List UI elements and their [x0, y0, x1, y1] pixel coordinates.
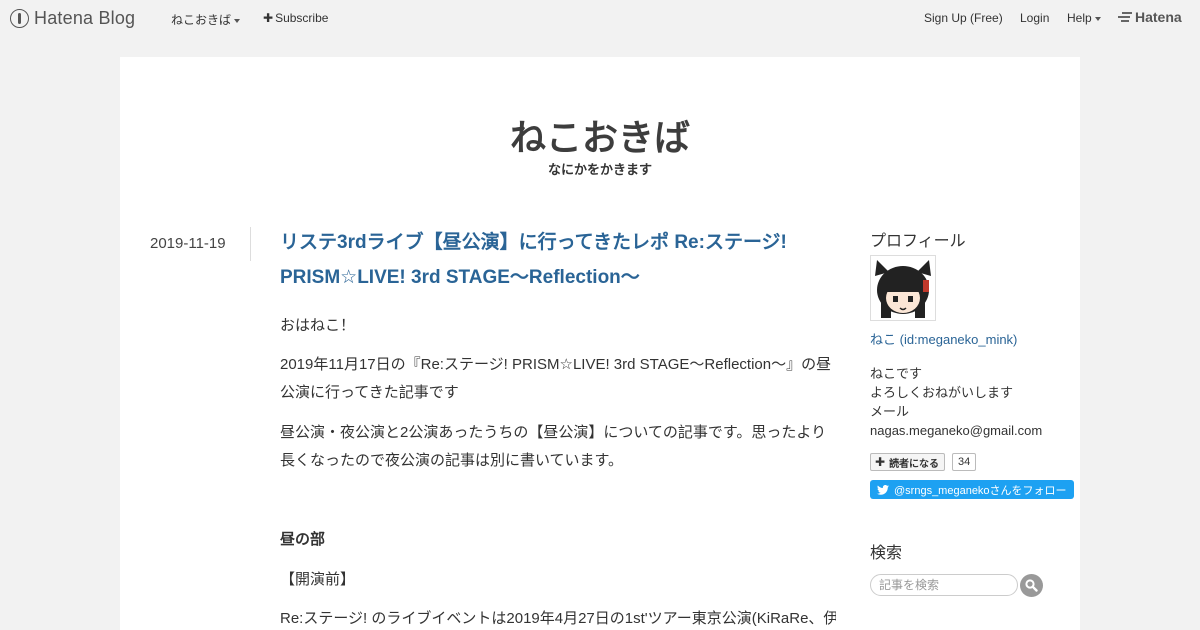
twitter-bird-icon	[877, 484, 889, 495]
search-input[interactable]	[870, 574, 1018, 596]
search-icon	[1025, 579, 1038, 592]
hatena-brand-label: Hatena	[1135, 9, 1182, 25]
blog-description: なにかをかきます	[547, 162, 652, 177]
bio-line: ねこです	[870, 366, 923, 381]
hatena-blog-logo[interactable]: Hatena Blog	[10, 7, 135, 29]
profile-heading: プロフィール	[870, 233, 966, 250]
bio-line: メール	[870, 404, 910, 419]
entry-paragraph: 2019年11月17日の『Re:ステージ! PRISM☆LIVE! 3rd ST…	[280, 356, 832, 401]
subscribe-reader-button[interactable]: ✚ 読者になる	[870, 453, 946, 471]
blog-menu-label: ねこおきば	[171, 13, 232, 27]
caret-down-icon	[1094, 16, 1101, 21]
subscribe-label: Subscribe	[275, 11, 329, 25]
global-header: Hatena Blog ねこおきば ✚ Subscribe Sign Up (Fr…	[0, 0, 1200, 36]
entry-paragraph: Re:ステージ! のライブイベントは2019年4月27日の1st'ツアー東京公演…	[280, 610, 836, 627]
login-link[interactable]: Login	[1020, 11, 1049, 25]
entry-paragraph: おはねこ！	[280, 317, 356, 334]
signup-link[interactable]: Sign Up (Free)	[924, 11, 1003, 25]
blog-menu-dropdown[interactable]: ねこおきば	[171, 11, 241, 28]
logo-text: Hatena Blog	[34, 7, 136, 28]
cat-girl-avatar-icon	[871, 256, 935, 320]
profile-avatar[interactable]	[870, 255, 936, 321]
twitter-follow-button[interactable]: @srngs_meganekoさんをフォロー	[870, 480, 1074, 499]
bio-line: よろしくおねがいします	[870, 385, 1014, 400]
caret-down-icon	[234, 18, 241, 23]
search-button[interactable]	[1020, 574, 1043, 597]
entry-section-heading: 昼の部	[280, 531, 326, 548]
blog-container: ねこおきば なにかをかきます 2019-11-19 リステ3rdライブ【昼公演】…	[120, 57, 1080, 630]
entry-paragraph: 昼公演・夜公演と2公演あったうちの【昼公演】についての記事です。思ったより長くな…	[280, 424, 827, 469]
reader-button-label: 読者になる	[889, 458, 940, 470]
hatena-mark-icon	[1118, 12, 1132, 22]
twitter-follow-label: @srngs_meganekoさんをフォロー	[894, 484, 1067, 497]
hatena-brand-link[interactable]: Hatena	[1118, 9, 1182, 25]
plus-icon: ✚	[875, 455, 886, 469]
date-divider	[250, 227, 251, 261]
entry-subheading: 【開演前】	[280, 571, 356, 588]
entry-title-link[interactable]: リステ3rdライブ【昼公演】に行ってきたレポ Re:ステージ! PRISM☆LI…	[280, 225, 840, 295]
help-label: Help	[1067, 11, 1092, 25]
reader-count: 34	[952, 453, 977, 471]
hatena-blog-logo-icon	[10, 8, 29, 28]
subscribe-button[interactable]: ✚ Subscribe	[263, 11, 328, 25]
help-dropdown[interactable]: Help	[1067, 11, 1101, 25]
bio-email: nagas.meganeko@gmail.com	[870, 423, 1043, 438]
entry-date[interactable]: 2019-11-19	[150, 235, 226, 252]
plus-icon: ✚	[263, 11, 274, 25]
profile-bio: ねこです よろしくおねがいします メール nagas.meganeko@gmai…	[870, 364, 1042, 440]
profile-id-link[interactable]: ねこ (id:meganeko_mink)	[870, 329, 1017, 348]
blog-title[interactable]: ねこおきば	[120, 109, 1080, 161]
search-heading: 検索	[870, 545, 903, 562]
